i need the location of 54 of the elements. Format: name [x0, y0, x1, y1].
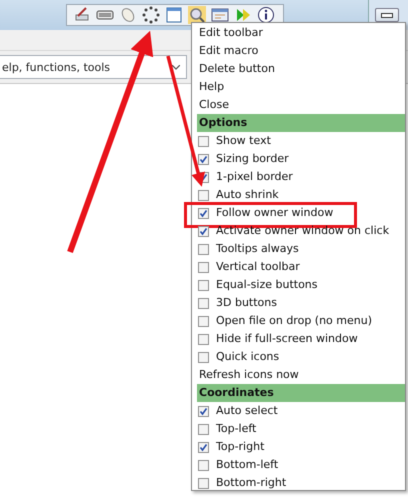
checkbox[interactable]	[198, 226, 209, 236]
window-icon[interactable]	[165, 6, 183, 24]
checkbox[interactable]	[198, 190, 209, 200]
minimize-button[interactable]	[375, 8, 399, 22]
menu-item[interactable]: Top-left	[216, 421, 256, 437]
menu-item[interactable]: Refresh icons now	[197, 366, 405, 384]
mouse-icon[interactable]	[119, 6, 137, 24]
checkbox[interactable]	[198, 316, 209, 326]
checkbox[interactable]	[198, 298, 209, 308]
caret-icon	[172, 64, 180, 70]
menu-item[interactable]: Auto shrink	[216, 187, 279, 203]
menu-item[interactable]: Bottom-left	[216, 457, 278, 473]
menu-item[interactable]: Equal-size buttons	[216, 277, 318, 293]
menu-item[interactable]: Open file on drop (no menu)	[216, 313, 372, 329]
form-icon[interactable]	[211, 6, 229, 24]
menu-item[interactable]: Delete button	[197, 60, 405, 78]
menu-item[interactable]: Help	[197, 78, 405, 96]
menu-item[interactable]: Edit macro	[197, 42, 405, 60]
section-header: Options	[197, 114, 405, 132]
checkbox[interactable]	[198, 442, 209, 452]
checkbox[interactable]	[198, 352, 209, 362]
checkbox[interactable]	[198, 208, 209, 218]
menu-item[interactable]: Hide if full-screen window	[216, 331, 358, 347]
checkbox[interactable]	[198, 262, 209, 272]
checkbox[interactable]	[198, 424, 209, 434]
section-header: Coordinates	[197, 384, 405, 402]
checkbox[interactable]	[198, 478, 209, 488]
checkbox[interactable]	[198, 280, 209, 290]
search-combo[interactable]: elp, functions, tools	[0, 55, 187, 79]
info-icon[interactable]	[257, 6, 275, 24]
checkbox[interactable]	[198, 460, 209, 470]
menu-item[interactable]: 3D buttons	[216, 295, 277, 311]
menu-item[interactable]: Edit toolbar	[197, 24, 405, 42]
menu-item[interactable]: Quick icons	[216, 349, 280, 365]
menu-item[interactable]: Show text	[216, 133, 271, 149]
checkbox[interactable]	[198, 244, 209, 254]
menu-item[interactable]: Activate owner window on click	[216, 223, 390, 239]
menu-item[interactable]: Tooltips always	[216, 241, 299, 257]
play-icon[interactable]	[234, 6, 252, 24]
checkbox[interactable]	[198, 154, 209, 164]
checkbox[interactable]	[198, 406, 209, 416]
search-input: elp, functions, tools	[0, 60, 170, 74]
magnifier-icon[interactable]	[188, 6, 206, 24]
menu-item[interactable]: Sizing border	[216, 151, 289, 167]
menu-item[interactable]: Follow owner window	[216, 205, 334, 221]
menu-item[interactable]: Top-right	[216, 439, 264, 455]
menu-item[interactable]: Auto select	[216, 403, 278, 419]
menu-item[interactable]: Vertical toolbar	[216, 259, 300, 275]
menu-item[interactable]: 1-pixel border	[216, 169, 293, 185]
busy-ring-icon[interactable]	[142, 6, 160, 24]
checkbox[interactable]	[198, 136, 209, 146]
menu-item[interactable]: Bottom-right	[216, 475, 286, 491]
menu-item[interactable]: Close	[197, 96, 405, 114]
checkbox[interactable]	[198, 334, 209, 344]
